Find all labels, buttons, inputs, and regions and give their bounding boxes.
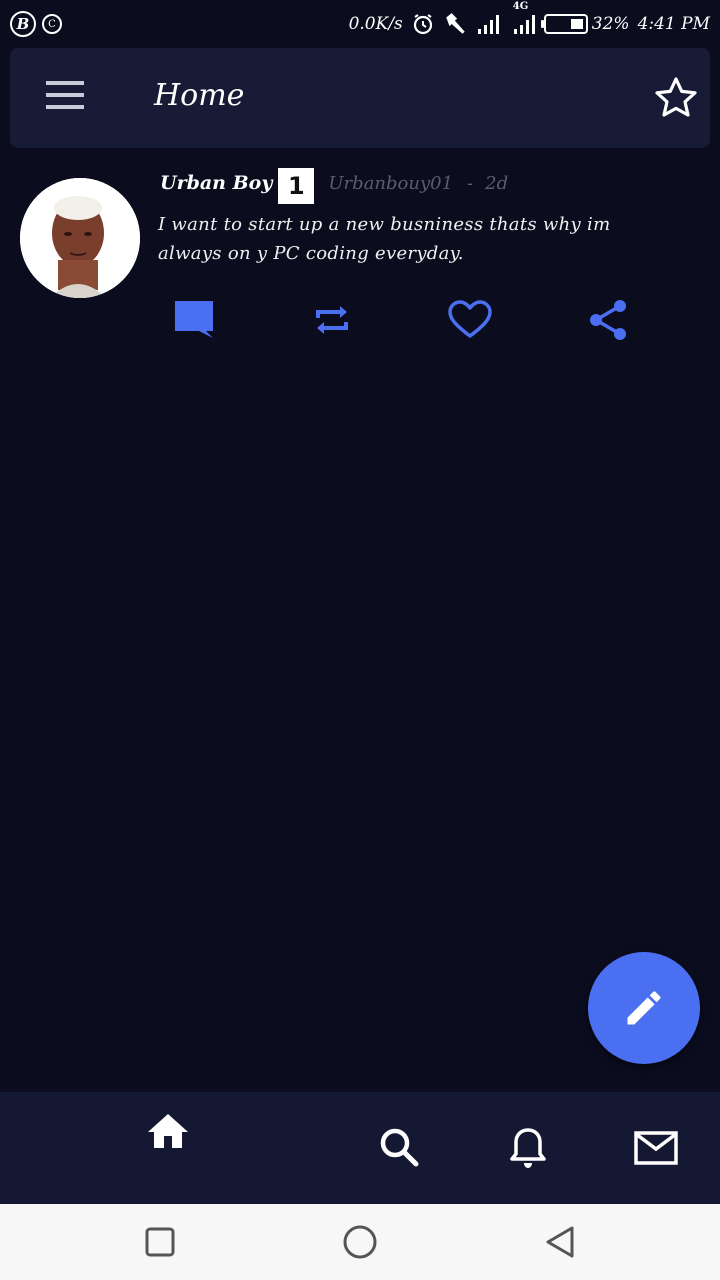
square-icon <box>145 1227 175 1257</box>
menu-button[interactable] <box>46 81 86 113</box>
battery-percent: 32% <box>591 14 630 34</box>
home-icon <box>148 1114 188 1148</box>
recents-button[interactable] <box>142 1224 178 1260</box>
pencil-icon <box>627 991 661 1025</box>
b-app-icon: B <box>10 11 36 37</box>
author-name[interactable]: Urban Boy <box>160 172 272 194</box>
battery-icon <box>543 14 588 34</box>
page-title: Home <box>154 78 245 113</box>
hammer-icon <box>446 13 465 34</box>
heart-outline-icon <box>448 300 492 338</box>
signal-icon <box>477 15 499 34</box>
share-button[interactable] <box>584 296 632 344</box>
clock: 4:41 PM <box>637 14 710 34</box>
separator: - <box>467 172 474 194</box>
app-bar: Home <box>10 48 710 148</box>
star-outline-icon <box>655 77 697 117</box>
nav-home[interactable] <box>144 1108 192 1156</box>
status-bar: B C 0.0K/s 4G 32% 4:41 PM <box>0 0 720 48</box>
badge: 1 <box>278 168 315 204</box>
comment-icon <box>175 301 213 338</box>
profile-photo <box>20 178 140 298</box>
repeat-icon <box>316 306 348 334</box>
comment-button[interactable] <box>170 296 218 344</box>
post-header: Urban Boy 1 Urbanbouy01 - 2d <box>160 162 508 204</box>
hamburger-menu-icon <box>46 81 84 85</box>
compose-button[interactable] <box>588 952 700 1064</box>
post-body: I want to start up a new busniness thats… <box>158 214 611 264</box>
share-icon <box>590 300 626 340</box>
star-button[interactable] <box>652 74 700 122</box>
signal-icon <box>513 15 535 34</box>
c-app-icon: C <box>42 14 62 34</box>
author-handle[interactable]: Urbanbouy01 <box>328 173 453 194</box>
post-actions <box>0 296 720 348</box>
net-speed: 0.0K/s <box>348 14 403 34</box>
nav-notifications[interactable] <box>504 1124 552 1172</box>
post-card[interactable]: Urban Boy 1 Urbanbouy01 - 2d I want to s… <box>0 150 720 360</box>
nav-search[interactable] <box>376 1124 424 1172</box>
nav-messages[interactable] <box>632 1124 680 1172</box>
mail-icon <box>634 1131 678 1165</box>
like-button[interactable] <box>446 296 494 344</box>
alarm-icon <box>413 14 432 35</box>
back-triangle-icon <box>546 1226 574 1258</box>
bottom-nav <box>0 1092 720 1204</box>
system-nav-bar <box>0 1204 720 1280</box>
search-icon <box>380 1128 419 1167</box>
avatar[interactable] <box>20 178 140 298</box>
network-type: 4G <box>512 1 529 12</box>
home-button[interactable] <box>342 1224 378 1260</box>
circle-icon <box>343 1225 377 1259</box>
post-age: 2d <box>485 172 509 194</box>
retweet-button[interactable] <box>308 296 356 344</box>
back-button[interactable] <box>542 1224 578 1260</box>
bell-icon <box>510 1128 546 1168</box>
